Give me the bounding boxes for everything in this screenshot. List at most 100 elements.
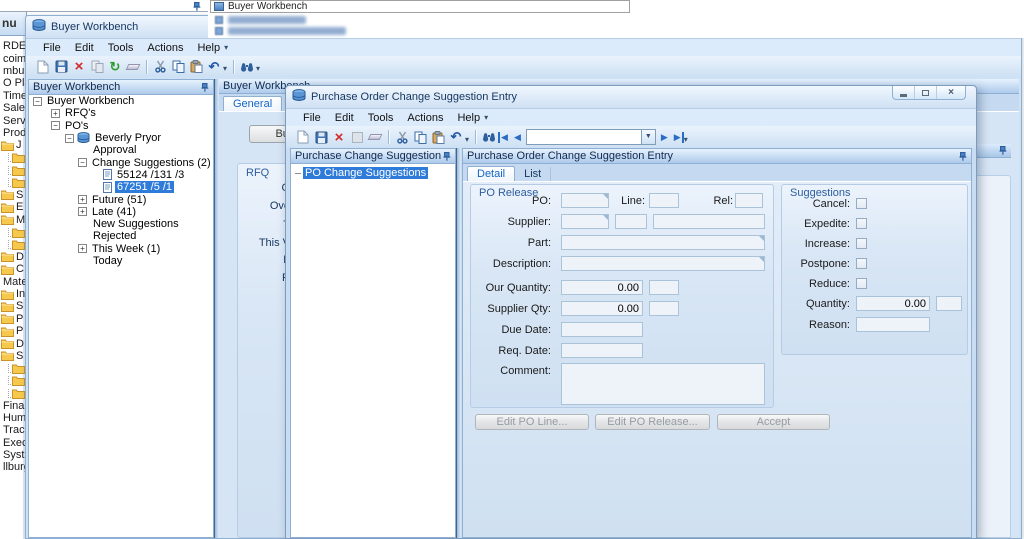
menu-folder-item[interactable]: P xyxy=(0,325,25,337)
paste-icon[interactable] xyxy=(187,58,205,75)
pin-icon[interactable] xyxy=(999,146,1007,158)
tree-item-buyer-workbench[interactable]: − Buyer Workbench xyxy=(29,95,213,107)
menu-folder-item[interactable]: C xyxy=(0,263,25,275)
undo-icon[interactable]: ↶ xyxy=(205,58,223,75)
menu-item[interactable]: Sale xyxy=(0,102,25,114)
collapse-icon[interactable]: − xyxy=(33,96,42,106)
line-field[interactable] xyxy=(649,193,679,208)
tab-list[interactable]: List xyxy=(515,167,552,181)
supplier-field[interactable] xyxy=(561,214,609,229)
copy-icon[interactable] xyxy=(169,58,187,75)
menu-item[interactable]: Serv xyxy=(0,114,25,127)
paste-icon[interactable] xyxy=(429,129,447,146)
new-icon[interactable] xyxy=(294,129,312,146)
menu-folder-item[interactable]: J xyxy=(0,139,25,151)
description-field[interactable] xyxy=(561,256,765,271)
find-icon[interactable] xyxy=(480,129,498,146)
last-record-icon[interactable]: ▶ xyxy=(671,131,684,143)
menu-folder-item[interactable]: D xyxy=(0,337,25,350)
due-date-field[interactable] xyxy=(561,322,643,337)
accept-button[interactable]: Accept xyxy=(717,414,830,430)
next-record-icon[interactable]: ▶ xyxy=(658,132,671,143)
menu-subfolder-item[interactable] xyxy=(0,238,25,250)
req-date-field[interactable] xyxy=(561,343,643,358)
menu-file[interactable]: File xyxy=(36,41,68,55)
tree-item-new-suggestions[interactable]: New Suggestions xyxy=(29,218,213,230)
menu-subfolder-item[interactable] xyxy=(0,375,25,387)
menu-folder-item[interactable]: In xyxy=(0,288,25,300)
collapse-icon[interactable]: − xyxy=(78,158,87,168)
increase-checkbox[interactable] xyxy=(856,238,867,249)
minimize-button[interactable] xyxy=(893,86,915,99)
menu-folder-item[interactable]: P xyxy=(0,313,25,325)
menu-overflow-icon[interactable]: ▾ xyxy=(224,43,228,52)
expand-icon[interactable]: + xyxy=(78,244,87,254)
expand-icon[interactable]: + xyxy=(78,195,87,205)
supplier-name-field[interactable] xyxy=(653,214,765,229)
menu-item[interactable]: Syst xyxy=(0,449,25,461)
tree-item-late[interactable]: + Late (41) xyxy=(29,206,213,218)
dialog-titlebar[interactable]: Purchase Order Change Suggestion Entry xyxy=(286,86,976,109)
eraser-icon[interactable] xyxy=(366,129,384,146)
delete-icon[interactable]: × xyxy=(330,129,348,146)
refresh-icon[interactable] xyxy=(348,129,366,146)
collapse-icon[interactable]: − xyxy=(51,121,60,131)
menu-subfolder-item[interactable] xyxy=(0,152,25,164)
menu-help[interactable]: Help xyxy=(190,41,227,55)
copy-disabled-icon[interactable] xyxy=(88,58,106,75)
cut-icon[interactable] xyxy=(151,58,169,75)
close-button[interactable]: × xyxy=(937,86,965,99)
find-dropdown-icon[interactable]: ▾ xyxy=(256,64,260,73)
menu-tools[interactable]: Tools xyxy=(361,111,401,125)
pin-icon[interactable] xyxy=(443,152,451,163)
main-titlebar[interactable]: Buyer Workbench xyxy=(26,16,1021,39)
tree-item-pos[interactable]: − PO's xyxy=(29,120,213,132)
background-tab-buyer-workbench[interactable]: Buyer Workbench xyxy=(210,0,630,13)
menu-item[interactable]: Mate xyxy=(0,275,25,288)
expand-icon[interactable]: + xyxy=(51,108,60,118)
menu-folder-item[interactable]: S xyxy=(0,189,25,201)
tree-item-rfqs[interactable]: + RFQ's xyxy=(29,107,213,119)
menu-item[interactable]: O Pla xyxy=(0,77,25,89)
cancel-checkbox[interactable] xyxy=(856,198,867,209)
menu-actions[interactable]: Actions xyxy=(140,41,190,55)
supplier-qty-field[interactable]: 0.00 xyxy=(561,301,643,316)
menu-item[interactable]: coima xyxy=(0,52,25,65)
maximize-button[interactable] xyxy=(915,86,937,99)
menu-item[interactable]: Hum xyxy=(0,412,25,424)
menu-help[interactable]: Help xyxy=(450,111,487,125)
tab-detail[interactable]: Detail xyxy=(467,166,516,181)
menu-file[interactable]: File xyxy=(296,111,328,125)
tree-item-suggestion-55124[interactable]: 55124 /131 /3 xyxy=(29,169,213,181)
comment-field[interactable] xyxy=(561,363,765,405)
menu-item[interactable]: mbur xyxy=(0,65,25,77)
menu-item[interactable]: llburg xyxy=(0,461,25,473)
save-icon[interactable] xyxy=(52,58,70,75)
part-field[interactable] xyxy=(561,235,765,250)
save-icon[interactable] xyxy=(312,129,330,146)
menu-item[interactable]: Exec xyxy=(0,437,25,449)
reduce-checkbox[interactable] xyxy=(856,278,867,289)
supplier-field-2[interactable] xyxy=(615,214,647,229)
menu-folder-item[interactable]: S xyxy=(0,350,25,362)
tree-item-po-change-suggestions[interactable]: PO Change Suggestions xyxy=(291,167,455,179)
menu-subfolder-item[interactable] xyxy=(0,362,25,374)
copy-icon[interactable] xyxy=(411,129,429,146)
tab-general[interactable]: General xyxy=(223,96,283,111)
tree-item-rejected[interactable]: Rejected xyxy=(29,230,213,242)
quantity-uom-field[interactable] xyxy=(936,296,962,311)
eraser-icon[interactable] xyxy=(124,58,142,75)
our-quantity-field[interactable]: 0.00 xyxy=(561,280,643,295)
menu-edit[interactable]: Edit xyxy=(68,41,101,55)
refresh-icon[interactable]: ↻ xyxy=(106,58,124,75)
our-quantity-uom-field[interactable] xyxy=(649,280,679,295)
menu-actions[interactable]: Actions xyxy=(400,111,450,125)
menu-item[interactable]: Prod xyxy=(0,127,25,139)
menu-tools[interactable]: Tools xyxy=(101,41,141,55)
menu-edit[interactable]: Edit xyxy=(328,111,361,125)
menu-folder-item[interactable]: S xyxy=(0,300,25,312)
edit-po-release-button[interactable]: Edit PO Release... xyxy=(595,414,710,430)
find-icon[interactable] xyxy=(238,58,256,75)
tree-item-future[interactable]: + Future (51) xyxy=(29,193,213,206)
menu-subfolder-item[interactable] xyxy=(0,164,25,176)
